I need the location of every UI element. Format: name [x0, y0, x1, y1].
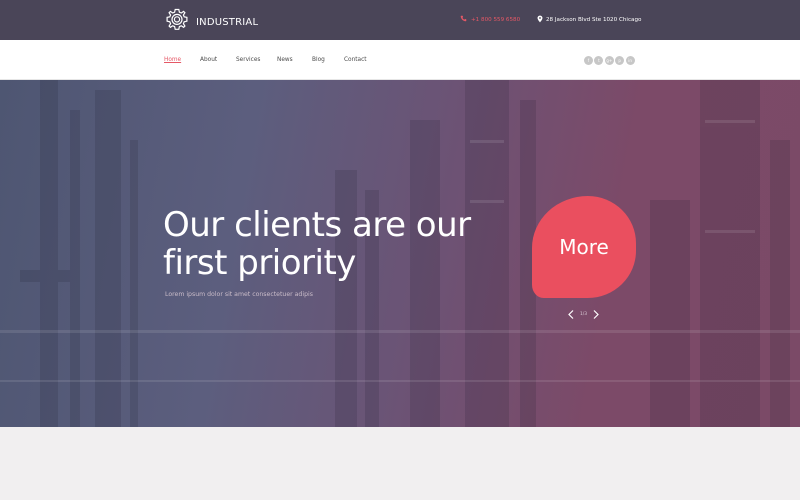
- hero-title: Our clients are our first priority: [163, 206, 493, 282]
- social-links: f t g+ p in: [584, 56, 636, 65]
- slide-counter: 1/3: [580, 311, 588, 317]
- phone-number: +1 800 559 6580: [471, 16, 521, 23]
- chevron-right-icon[interactable]: [592, 309, 600, 319]
- more-button[interactable]: More: [532, 196, 636, 298]
- linkedin-icon[interactable]: in: [625, 56, 635, 65]
- address-text: 28 Jackson Blvd Ste 1020 Chicago: [546, 17, 642, 23]
- pinterest-icon[interactable]: p: [615, 56, 625, 65]
- chevron-left-icon[interactable]: [567, 309, 575, 319]
- hero-title-line-2: first priority: [163, 243, 356, 283]
- nav-contact[interactable]: Contact: [344, 57, 367, 63]
- twitter-icon[interactable]: t: [594, 56, 604, 65]
- slider-pager: 1/3: [567, 309, 600, 319]
- hero-subtitle: Lorem ipsum dolor sit amet consectetuer …: [165, 291, 313, 298]
- hero-title-line-1: Our clients are our: [163, 205, 471, 245]
- main-nav: Home About Services News Blog Contact: [164, 57, 367, 63]
- nav-home[interactable]: Home: [164, 57, 200, 63]
- content-area: [0, 427, 800, 500]
- phone-contact[interactable]: +1 800 559 6580: [460, 15, 520, 24]
- nav-services[interactable]: Services: [236, 57, 277, 63]
- brand-name: INDUSTRIAL: [196, 16, 259, 28]
- nav-news[interactable]: News: [277, 57, 312, 63]
- google-plus-icon[interactable]: g+: [604, 56, 614, 65]
- facebook-icon[interactable]: f: [584, 56, 593, 65]
- gear-icon: [164, 7, 190, 37]
- phone-icon: [460, 15, 471, 24]
- hero-section: Our clients are our first priority Lorem…: [0, 80, 800, 427]
- top-bar: INDUSTRIAL +1 800 559 6580 28 Jackson Bl…: [0, 0, 800, 40]
- address-contact: 28 Jackson Blvd Ste 1020 Chicago: [537, 15, 641, 25]
- logo[interactable]: INDUSTRIAL: [164, 7, 258, 37]
- main-nav-bar: Home About Services News Blog Contact: [0, 40, 800, 80]
- nav-blog[interactable]: Blog: [312, 57, 344, 63]
- location-pin-icon: [537, 15, 546, 25]
- nav-about[interactable]: About: [200, 57, 236, 63]
